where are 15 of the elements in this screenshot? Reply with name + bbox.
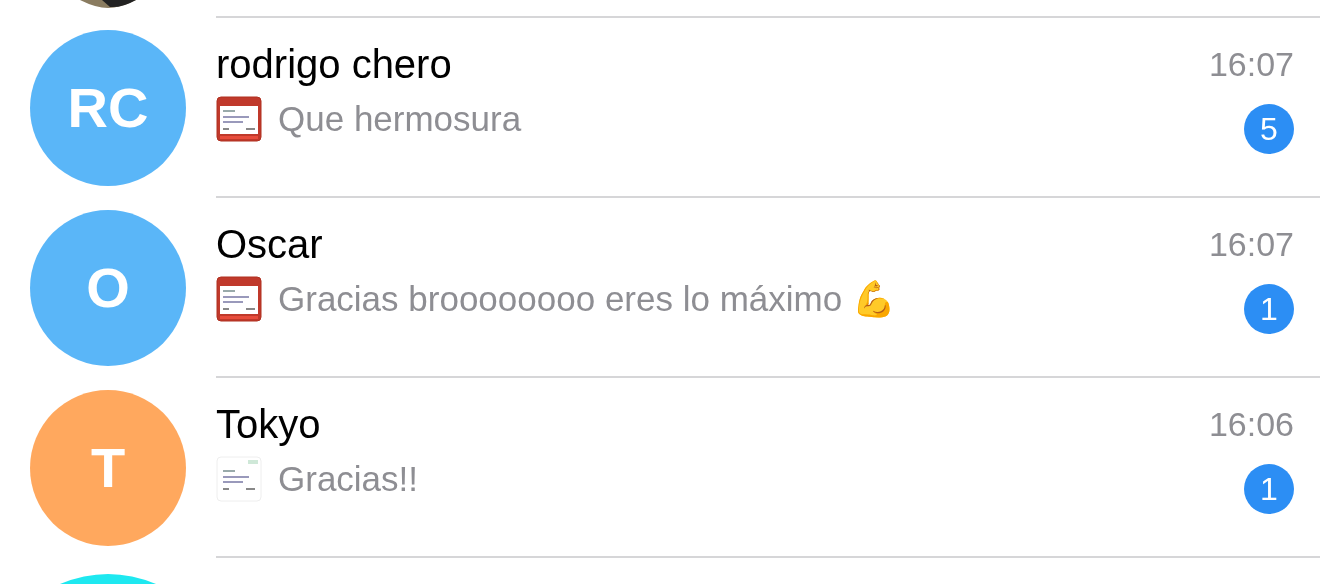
chat-name: Tokyo bbox=[216, 402, 322, 446]
avatar[interactable]: O bbox=[30, 210, 186, 366]
message-time: 16:07 bbox=[1208, 224, 1294, 265]
unread-count: 1 bbox=[1244, 464, 1294, 514]
unread-count: 1 bbox=[1244, 284, 1294, 334]
avatar[interactable]: T bbox=[30, 390, 186, 546]
message-preview: Gracias!! bbox=[278, 458, 419, 500]
message-time: 16:06 bbox=[1208, 404, 1294, 445]
message-preview: Gracias broooooooo eres lo máximo 💪 bbox=[278, 278, 896, 320]
avatar[interactable]: RC bbox=[30, 30, 186, 186]
chat-name: Oscar bbox=[216, 222, 324, 266]
unread-count: 5 bbox=[1244, 104, 1294, 154]
chat-name: rodrigo chero bbox=[216, 42, 453, 86]
message-time: 16:07 bbox=[1208, 44, 1294, 85]
message-preview: Que hermosura bbox=[278, 98, 522, 140]
